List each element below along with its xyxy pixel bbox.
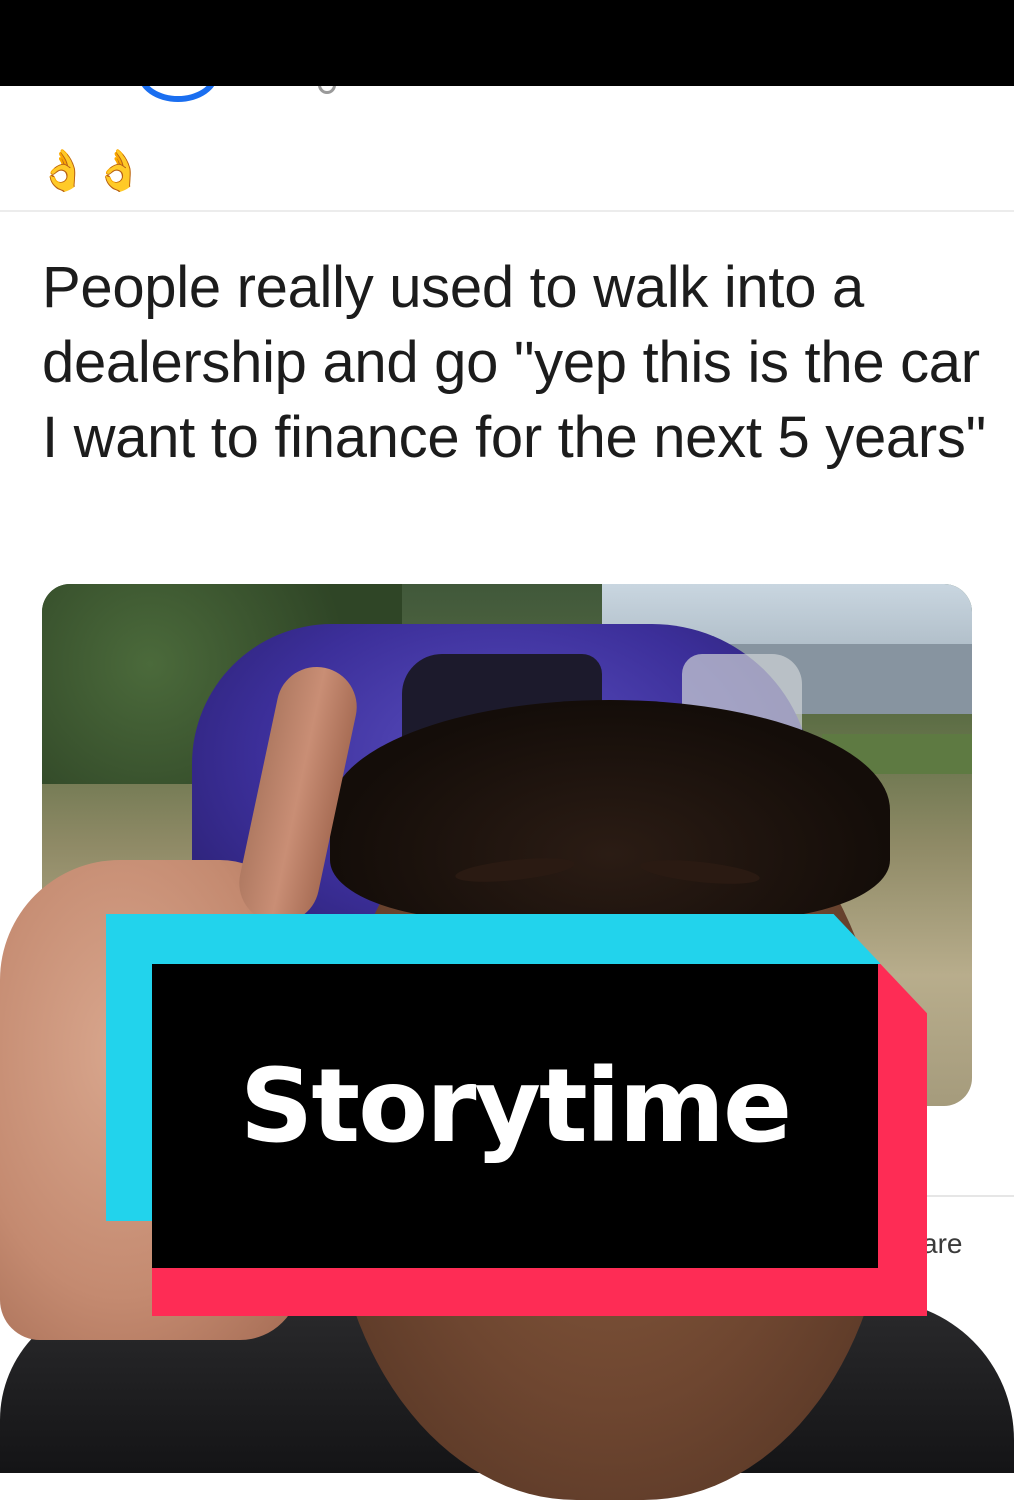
photo-grass bbox=[822, 734, 972, 774]
divider bbox=[0, 210, 1014, 212]
post-header bbox=[0, 86, 1014, 106]
storytime-sticker: Storytime bbox=[152, 964, 878, 1268]
car-windshield bbox=[402, 654, 602, 764]
post-body-text: People really used to walk into a dealer… bbox=[42, 255, 986, 470]
avatar[interactable] bbox=[138, 86, 218, 102]
post-meta bbox=[240, 86, 280, 92]
globe-icon bbox=[318, 86, 336, 94]
creator-necklace bbox=[450, 1320, 770, 1470]
storytime-label: Storytime bbox=[239, 1046, 792, 1166]
share-button[interactable]: are bbox=[922, 1228, 962, 1260]
car-side-window bbox=[682, 654, 802, 744]
creator-shirt bbox=[0, 1300, 1014, 1473]
emoji-reaction-text: 👌👌 bbox=[38, 148, 150, 194]
top-bar bbox=[0, 0, 1014, 86]
